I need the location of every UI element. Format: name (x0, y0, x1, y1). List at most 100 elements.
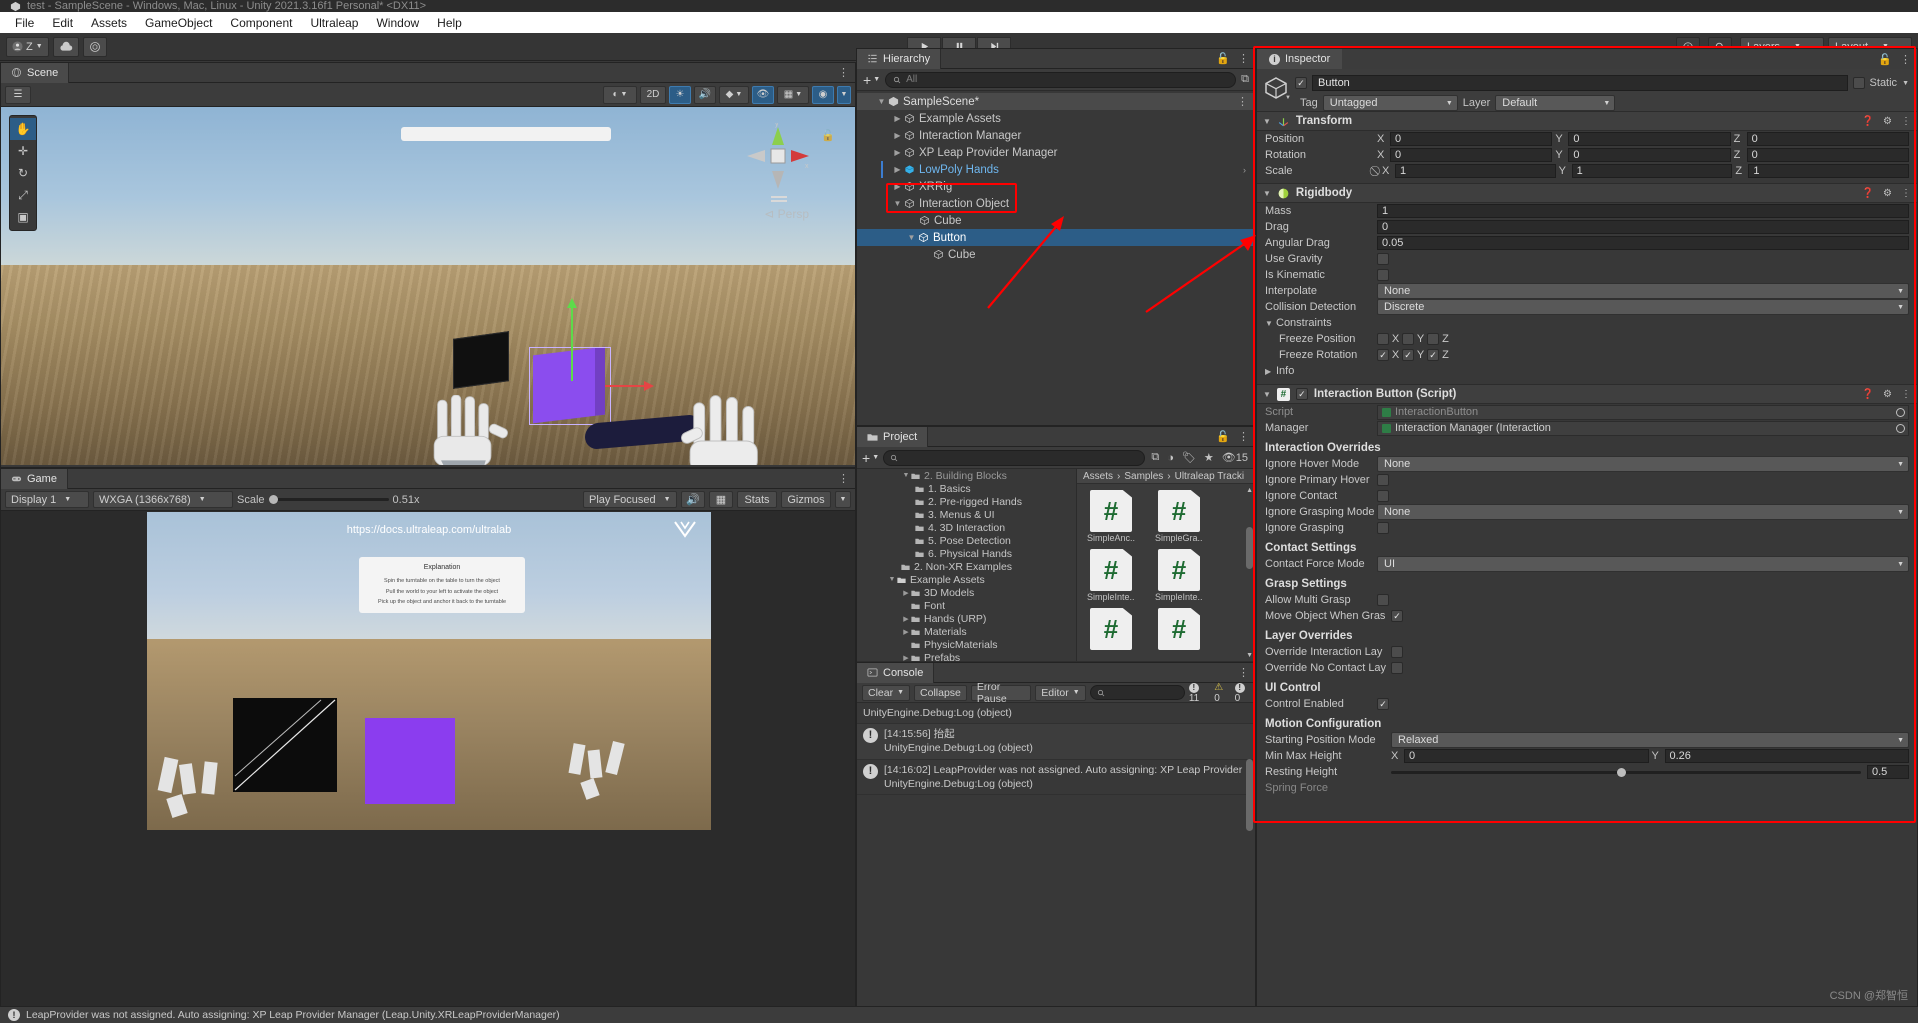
static-checkbox[interactable]: ✓ (1852, 77, 1865, 89)
min-max-x-input[interactable]: 0 (1404, 749, 1649, 763)
console-entry[interactable]: UnityEngine.Debug:Log (object) (857, 703, 1255, 725)
project-tree-row[interactable]: PhysicMaterials (857, 638, 1076, 651)
project-tree-row[interactable]: Font (857, 599, 1076, 612)
inspector-lock-icon[interactable]: 🔓 (1878, 53, 1892, 66)
project-label-icon[interactable]: 🏷 (1180, 451, 1198, 464)
rotation-y-input[interactable]: 0 (1568, 148, 1731, 162)
asset-item[interactable]: # SimpleGra... (1155, 490, 1203, 543)
chevron-down-icon[interactable]: ▼ (901, 472, 911, 479)
scale-slider[interactable] (268, 495, 389, 504)
console-error-pause-button[interactable]: Error Pause (970, 681, 1032, 705)
chevron-down-icon[interactable]: ▼ (1263, 189, 1271, 198)
hierarchy-row-xp-leap-provider-manager[interactable]: ▶ XP Leap Provider Manager (857, 144, 1255, 161)
project-tree-row[interactable]: ▶ Hands (URP) (857, 612, 1076, 625)
resting-height-input[interactable]: 0.5 (1867, 765, 1909, 779)
transform-component-header[interactable]: ▼ Transform ❓ ⚙ ⋮ (1257, 111, 1917, 131)
hierarchy-add-button[interactable]: + ▼ (863, 72, 880, 88)
game-gizmos-button[interactable]: Gizmos (781, 491, 831, 508)
menu-component[interactable]: Component (221, 14, 301, 32)
game-menu-icon[interactable]: ⋮ (838, 472, 849, 485)
asset-item[interactable]: # (1155, 608, 1203, 651)
audio-toggle[interactable]: 🔊 (694, 85, 716, 104)
scale-slider-knob[interactable] (268, 495, 278, 504)
scale-x-input[interactable]: 1 (1395, 164, 1556, 178)
scene-gizmo-y-axis[interactable] (567, 298, 577, 381)
console-search-input[interactable] (1089, 685, 1185, 700)
cloud-button[interactable] (52, 36, 79, 57)
rect-tool-icon[interactable]: ▣ (10, 206, 36, 228)
object-enabled-checkbox[interactable]: ✓ (1295, 77, 1307, 89)
script-objectfield[interactable]: InteractionButton (1377, 404, 1909, 420)
scene-black-cube[interactable] (453, 331, 509, 389)
interaction-button-enabled-checkbox[interactable]: ✓ (1295, 388, 1308, 400)
play-focused-dropdown[interactable]: Play Focused ▼ (583, 491, 677, 508)
chevron-down-icon[interactable]: ▼ (1263, 390, 1271, 399)
console-editor-dropdown[interactable]: Editor ▼ (1035, 684, 1086, 701)
error-count-badge[interactable]: ! 0 (1234, 682, 1250, 704)
hierarchy-row-cube-2[interactable]: Cube (857, 246, 1255, 263)
override-interaction-checkbox[interactable]: ✓ (1391, 646, 1403, 658)
hierarchy-expand-icon[interactable]: ⧉ (1241, 73, 1249, 86)
menu-gameobject[interactable]: GameObject (136, 14, 221, 32)
project-tree-row[interactable]: ▼ Example Assets (857, 573, 1076, 586)
ignore-grasping-checkbox[interactable]: ✓ (1377, 522, 1389, 534)
hierarchy-row-example-assets[interactable]: ▶ Example Assets (857, 110, 1255, 127)
project-add-button[interactable]: + ▼ (862, 450, 879, 466)
allow-multi-grasp-checkbox[interactable]: ✓ (1377, 594, 1389, 606)
menu-edit[interactable]: Edit (43, 14, 82, 32)
project-tree-row[interactable]: 4. 3D Interaction (857, 521, 1076, 534)
scroll-down-icon[interactable]: ▼ (1246, 652, 1253, 659)
chevron-down-icon[interactable]: ▼ (1265, 319, 1276, 328)
inspector-menu-icon[interactable]: ⋮ (1900, 53, 1911, 66)
warning-count-badge[interactable]: ⚠ 0 (1214, 682, 1228, 704)
layer-dropdown[interactable]: Default ▼ (1495, 95, 1616, 111)
hierarchy-row-xrrig[interactable]: ▶ XRRig (857, 178, 1255, 195)
component-menu-icon[interactable]: ⋮ (1901, 389, 1911, 400)
scene-view-options-icon[interactable]: ☰ (5, 85, 31, 104)
hierarchy-row-menu-icon[interactable]: ⋮ (1237, 95, 1248, 108)
drag-input[interactable]: 0 (1377, 220, 1909, 234)
project-search-input[interactable] (883, 449, 1146, 466)
chevron-down-icon[interactable]: ▼ (1285, 95, 1291, 101)
scroll-up-icon[interactable]: ▲ (1246, 487, 1253, 494)
lighting-toggle[interactable]: ☀ (669, 85, 691, 104)
help-icon[interactable]: ❓ (1862, 116, 1874, 127)
rotate-tool-icon[interactable]: ↻ (10, 162, 36, 184)
project-tree-row[interactable]: 1. Basics (857, 482, 1076, 495)
hierarchy-row-samplescene[interactable]: ▼ SampleScene* ⋮ (857, 93, 1255, 110)
chevron-right-icon[interactable]: ▶ (901, 615, 911, 623)
tab-project[interactable]: Project (857, 426, 929, 447)
project-menu-icon[interactable]: ⋮ (1238, 430, 1249, 443)
tab-hierarchy[interactable]: Hierarchy (857, 48, 942, 69)
hierarchy-row-lowpoly-hands[interactable]: ▶ LowPoly Hands › (857, 161, 1255, 178)
project-tree-row[interactable]: 2. Non-XR Examples (857, 560, 1076, 573)
collision-detection-dropdown[interactable]: Discrete ▼ (1377, 299, 1909, 315)
game-gizmos-dropdown[interactable]: ▼ (835, 491, 851, 508)
project-expand-icon[interactable]: ⧉ (1149, 451, 1161, 464)
scene-view-gizmo[interactable]: y x (743, 123, 813, 193)
rotation-z-input[interactable]: 0 (1746, 148, 1909, 162)
hierarchy-row-cube-1[interactable]: Cube (857, 212, 1255, 229)
shading-mode-button[interactable]: ◐ ▼ (603, 85, 637, 104)
aspect-dropdown[interactable]: WXGA (1366x768) ▼ (93, 491, 233, 508)
rigidbody-info-row[interactable]: ▶ Info (1257, 363, 1917, 379)
gizmos-dropdown[interactable]: ▼ (837, 85, 851, 104)
menu-window[interactable]: Window (367, 14, 428, 32)
perspective-label[interactable]: ⊲ Persp (764, 207, 809, 221)
tab-console[interactable]: Console (857, 662, 935, 683)
console-entry[interactable]: ! [14:15:56] 抬起 UnityEngine.Debug:Log (o… (857, 724, 1255, 760)
twod-toggle[interactable]: 2D (640, 85, 666, 104)
chevron-down-icon[interactable]: ▼ (875, 97, 888, 106)
stats-button[interactable]: Stats (737, 491, 777, 508)
project-tree-row[interactable]: 3. Menus & UI (857, 508, 1076, 521)
resting-height-slider[interactable] (1391, 767, 1861, 777)
freeze-position-y-checkbox[interactable]: ✓ (1402, 333, 1414, 345)
mute-audio-button[interactable]: 🔊 (681, 491, 705, 508)
is-kinematic-checkbox[interactable]: ✓ (1377, 269, 1389, 281)
chevron-right-icon[interactable]: ▶ (891, 114, 904, 123)
freeze-position-z-checkbox[interactable]: ✓ (1427, 333, 1439, 345)
chevron-right-icon[interactable]: › (1243, 165, 1246, 175)
tab-scene[interactable]: Scene (1, 62, 70, 83)
asset-item[interactable]: # SimpleInte... (1155, 549, 1203, 602)
control-enabled-checkbox[interactable]: ✓ (1377, 698, 1389, 710)
